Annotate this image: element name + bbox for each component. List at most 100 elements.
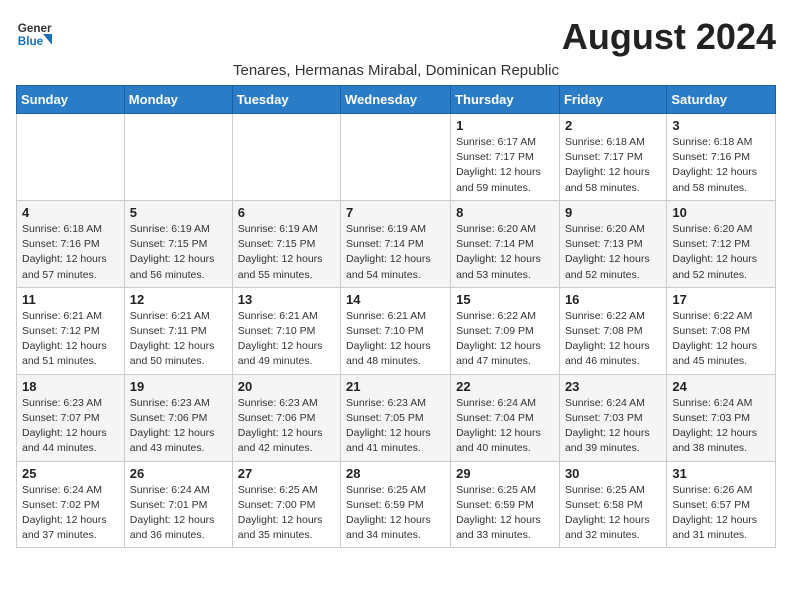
calendar-cell: 21Sunrise: 6:23 AMSunset: 7:05 PMDayligh… [341,374,451,461]
day-number: 15 [456,292,554,307]
calendar-cell: 15 Sunrise: 6:22 AMSunset: 7:09 PMDayligh… [451,287,560,374]
day-info: Sunrise: 6:23 AMSunset: 7:06 PMDaylight:… [130,396,227,457]
day-info: Sunrise: 6:23 AMSunset: 7:06 PMDaylight:… [238,396,335,457]
day-number: 3 [672,118,770,133]
day-number: 19 [130,379,227,394]
day-info: Sunrise: 6:26 AMSunset: 6:57 PMDaylight:… [672,483,770,544]
day-info: Sunrise: 6:18 AMSunset: 7:16 PMDaylight:… [672,135,770,196]
day-info: Sunrise: 6:24 AMSunset: 7:03 PMDaylight:… [672,396,770,457]
calendar-cell: 24 Sunrise: 6:24 AMSunset: 7:03 PMDayligh… [667,374,776,461]
day-number: 30 [565,466,661,481]
general-blue-logo-icon: General Blue [16,16,52,52]
calendar-cell: 6Sunrise: 6:19 AMSunset: 7:15 PMDaylight… [232,200,340,287]
weekday-header-sunday: Sunday [17,86,125,114]
weekday-header-saturday: Saturday [667,86,776,114]
day-number: 27 [238,466,335,481]
calendar-cell: 20 Sunrise: 6:23 AMSunset: 7:06 PMDayligh… [232,374,340,461]
calendar-cell: 7 Sunrise: 6:19 AMSunset: 7:14 PMDaylight… [341,200,451,287]
day-number: 25 [22,466,119,481]
day-number: 7 [346,205,445,220]
weekday-header-wednesday: Wednesday [341,86,451,114]
day-number: 8 [456,205,554,220]
svg-text:Blue: Blue [18,35,44,48]
day-number: 5 [130,205,227,220]
calendar-cell: 1 Sunrise: 6:17 AMSunset: 7:17 PMDaylight… [451,114,560,201]
weekday-header-thursday: Thursday [451,86,560,114]
calendar-cell: 8 Sunrise: 6:20 AMSunset: 7:14 PMDaylight… [451,200,560,287]
calendar-cell [341,114,451,201]
day-info: Sunrise: 6:20 AMSunset: 7:12 PMDaylight:… [672,222,770,283]
day-info: Sunrise: 6:17 AMSunset: 7:17 PMDaylight:… [456,135,554,196]
day-info: Sunrise: 6:21 AMSunset: 7:11 PMDaylight:… [130,309,227,370]
day-number: 12 [130,292,227,307]
day-info: Sunrise: 6:24 AMSunset: 7:01 PMDaylight:… [130,483,227,544]
day-info: Sunrise: 6:22 AMSunset: 7:09 PMDaylight:… [456,309,554,370]
day-number: 2 [565,118,661,133]
day-number: 22 [456,379,554,394]
calendar-cell: 17 Sunrise: 6:22 AMSunset: 7:08 PMDayligh… [667,287,776,374]
calendar-cell: 5 Sunrise: 6:19 AMSunset: 7:15 PMDaylight… [124,200,232,287]
calendar-table: SundayMondayTuesdayWednesdayThursdayFrid… [16,85,776,548]
day-info: Sunrise: 6:18 AMSunset: 7:17 PMDaylight:… [565,135,661,196]
calendar-cell: 16 Sunrise: 6:22 AMSunset: 7:08 PMDayligh… [559,287,666,374]
day-info: Sunrise: 6:25 AMSunset: 6:59 PMDaylight:… [456,483,554,544]
day-number: 14 [346,292,445,307]
calendar-cell: 26Sunrise: 6:24 AMSunset: 7:01 PMDayligh… [124,461,232,548]
calendar-cell [17,114,125,201]
day-number: 23 [565,379,661,394]
calendar-cell: 2 Sunrise: 6:18 AMSunset: 7:17 PMDaylight… [559,114,666,201]
calendar-cell: 25Sunrise: 6:24 AMSunset: 7:02 PMDayligh… [17,461,125,548]
calendar-cell: 18Sunrise: 6:23 AMSunset: 7:07 PMDayligh… [17,374,125,461]
weekday-header-friday: Friday [559,86,666,114]
day-number: 24 [672,379,770,394]
calendar-cell: 14 Sunrise: 6:21 AMSunset: 7:10 PMDayligh… [341,287,451,374]
day-number: 28 [346,466,445,481]
day-number: 10 [672,205,770,220]
calendar-cell: 9 Sunrise: 6:20 AMSunset: 7:13 PMDaylight… [559,200,666,287]
day-number: 17 [672,292,770,307]
day-info: Sunrise: 6:19 AMSunset: 7:15 PMDaylight:… [130,222,227,283]
day-info: Sunrise: 6:21 AMSunset: 7:10 PMDaylight:… [346,309,445,370]
calendar-cell: 4 Sunrise: 6:18 AMSunset: 7:16 PMDaylight… [17,200,125,287]
day-info: Sunrise: 6:25 AMSunset: 6:58 PMDaylight:… [565,483,661,544]
day-number: 1 [456,118,554,133]
day-info: Sunrise: 6:23 AMSunset: 7:07 PMDaylight:… [22,396,119,457]
day-number: 11 [22,292,119,307]
day-number: 20 [238,379,335,394]
month-title: August 2024 [562,16,776,58]
day-number: 13 [238,292,335,307]
calendar-cell: 10 Sunrise: 6:20 AMSunset: 7:12 PMDayligh… [667,200,776,287]
day-number: 9 [565,205,661,220]
calendar-cell: 23 Sunrise: 6:24 AMSunset: 7:03 PMDayligh… [559,374,666,461]
calendar-cell: 29Sunrise: 6:25 AMSunset: 6:59 PMDayligh… [451,461,560,548]
day-info: Sunrise: 6:22 AMSunset: 7:08 PMDaylight:… [565,309,661,370]
day-info: Sunrise: 6:19 AMSunset: 7:15 PMDaylight:… [238,222,335,283]
day-info: Sunrise: 6:21 AMSunset: 7:12 PMDaylight:… [22,309,119,370]
logo: General Blue [16,16,56,52]
day-info: Sunrise: 6:22 AMSunset: 7:08 PMDaylight:… [672,309,770,370]
day-info: Sunrise: 6:19 AMSunset: 7:14 PMDaylight:… [346,222,445,283]
calendar-cell: 12 Sunrise: 6:21 AMSunset: 7:11 PMDayligh… [124,287,232,374]
day-info: Sunrise: 6:20 AMSunset: 7:14 PMDaylight:… [456,222,554,283]
svg-text:General: General [18,22,52,35]
calendar-cell [232,114,340,201]
day-number: 31 [672,466,770,481]
day-info: Sunrise: 6:25 AMSunset: 6:59 PMDaylight:… [346,483,445,544]
weekday-header-monday: Monday [124,86,232,114]
day-info: Sunrise: 6:18 AMSunset: 7:16 PMDaylight:… [22,222,119,283]
calendar-cell: 30 Sunrise: 6:25 AMSunset: 6:58 PMDayligh… [559,461,666,548]
calendar-cell: 28 Sunrise: 6:25 AMSunset: 6:59 PMDayligh… [341,461,451,548]
calendar-cell: 13 Sunrise: 6:21 AMSunset: 7:10 PMDayligh… [232,287,340,374]
calendar-cell: 31 Sunrise: 6:26 AMSunset: 6:57 PMDayligh… [667,461,776,548]
day-number: 4 [22,205,119,220]
calendar-cell: 22 Sunrise: 6:24 AMSunset: 7:04 PMDayligh… [451,374,560,461]
day-number: 16 [565,292,661,307]
weekday-header-tuesday: Tuesday [232,86,340,114]
day-info: Sunrise: 6:24 AMSunset: 7:03 PMDaylight:… [565,396,661,457]
day-info: Sunrise: 6:21 AMSunset: 7:10 PMDaylight:… [238,309,335,370]
day-info: Sunrise: 6:20 AMSunset: 7:13 PMDaylight:… [565,222,661,283]
subtitle: Tenares, Hermanas Mirabal, Dominican Rep… [16,62,776,79]
day-number: 21 [346,379,445,394]
day-info: Sunrise: 6:24 AMSunset: 7:04 PMDaylight:… [456,396,554,457]
day-info: Sunrise: 6:25 AMSunset: 7:00 PMDaylight:… [238,483,335,544]
